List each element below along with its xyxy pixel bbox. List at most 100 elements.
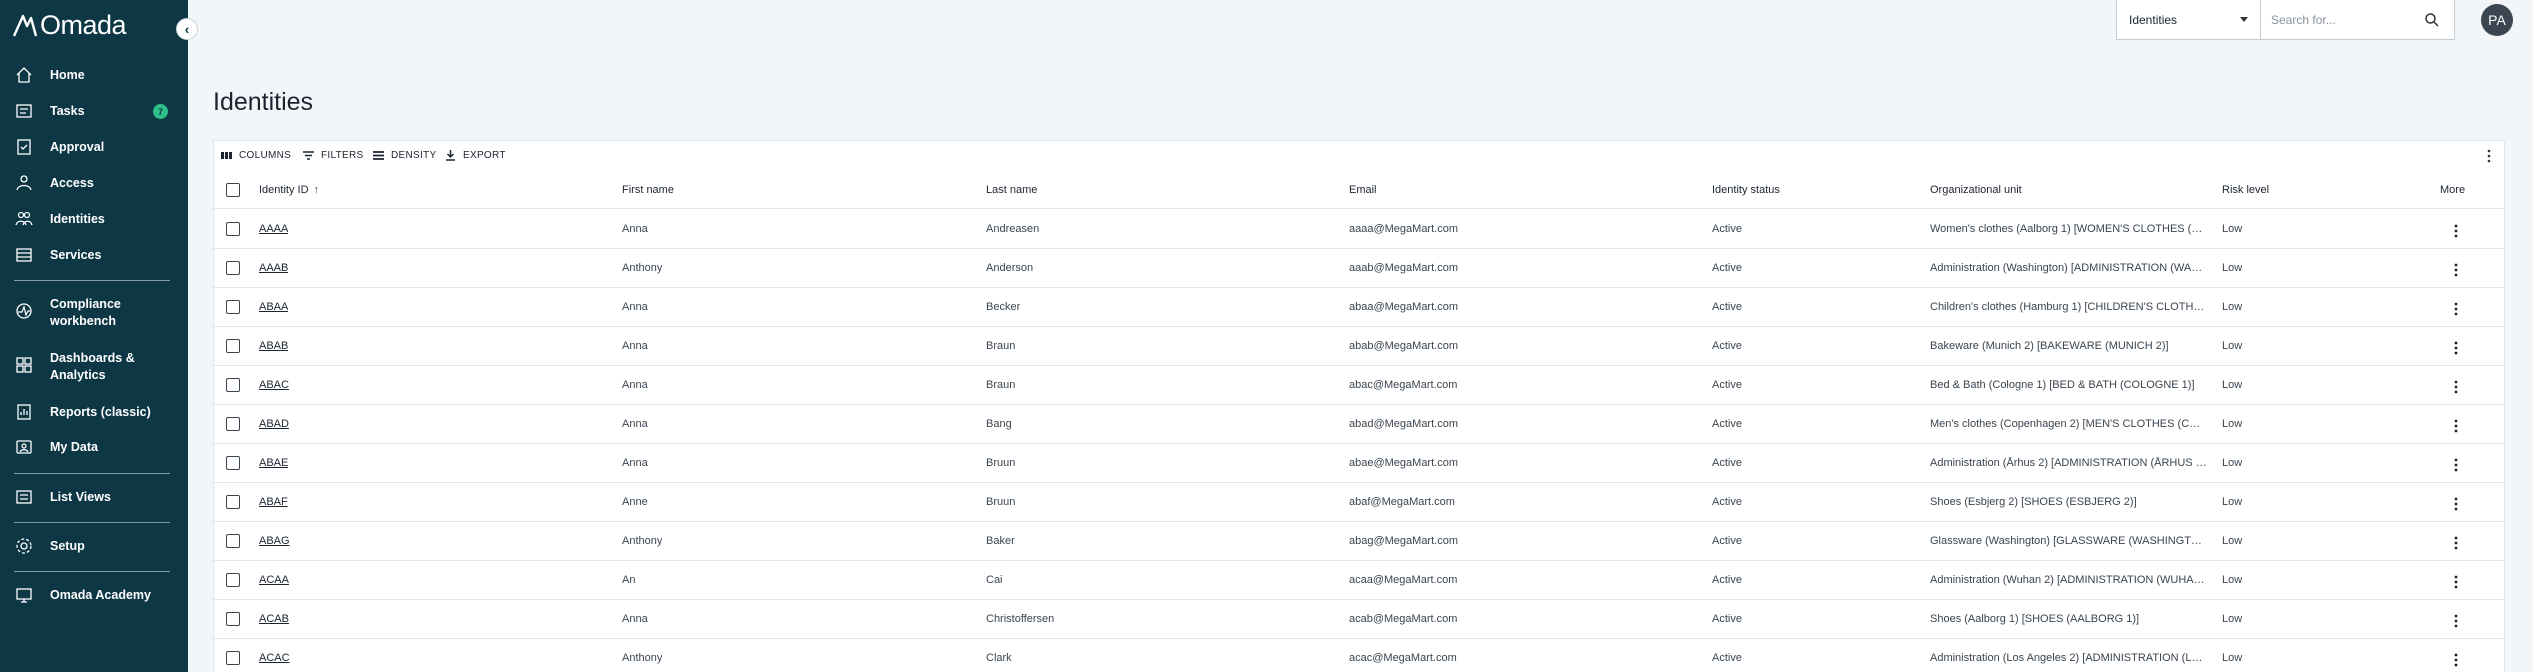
identity-id-link[interactable]: ACAC [259, 652, 290, 664]
sidebar-item-label: Home [50, 68, 85, 82]
table-row[interactable]: ABAD Anna Bang abad@MegaMart.com Active Men's… [214, 405, 2504, 444]
row-select-checkbox[interactable] [226, 651, 240, 665]
row-more-icon[interactable] [2449, 652, 2463, 668]
identity-id-link[interactable]: ABAD [259, 418, 289, 430]
density-button[interactable]: DENSITY [372, 149, 436, 162]
table-row[interactable]: ABAF Anne Bruun abaf@MegaMart.com Active Shoe… [214, 483, 2504, 522]
table-row[interactable]: ABAA Anna Becker abaa@MegaMart.com Active Chi… [214, 288, 2504, 327]
column-header-identity-status[interactable]: Identity status [1712, 184, 1780, 196]
sidebar-item-tasks[interactable]: Tasks 7 [0, 101, 188, 123]
risk-level-cell: Low [2222, 574, 2243, 586]
identity-id-link[interactable]: ABAA [259, 301, 288, 313]
row-more-icon[interactable] [2449, 535, 2463, 551]
first-name-cell: Anna [622, 457, 648, 469]
row-select-checkbox[interactable] [226, 378, 240, 392]
row-select-checkbox[interactable] [226, 495, 240, 509]
row-more-icon[interactable] [2449, 574, 2463, 590]
sidebar-item-reports-classic[interactable]: Reports (classic) [0, 402, 188, 424]
more-options-icon[interactable] [2482, 148, 2496, 164]
row-more-icon[interactable] [2449, 301, 2463, 317]
list-views-icon [16, 490, 32, 504]
filters-button[interactable]: FILTERS [302, 149, 363, 162]
sidebar-item-my-data[interactable]: My Data [0, 437, 188, 459]
row-more-icon[interactable] [2449, 418, 2463, 434]
row-more-icon[interactable] [2449, 613, 2463, 629]
last-name-cell: Clark [986, 652, 1012, 664]
table-row[interactable]: ABAB Anna Braun abab@MegaMart.com Active Bake… [214, 327, 2504, 366]
identity-id-link[interactable]: ABAG [259, 535, 290, 547]
table-row[interactable]: AAAA Anna Andreasen aaaa@MegaMart.com Active… [214, 210, 2504, 249]
search-input[interactable] [2271, 12, 2421, 27]
sidebar-item-dashboards-analytics[interactable]: Dashboards & Analytics [0, 349, 188, 385]
row-select-checkbox[interactable] [226, 417, 240, 431]
column-header-organizational-unit[interactable]: Organizational unit [1930, 184, 2022, 196]
search-field[interactable] [2261, 0, 2454, 39]
table-row[interactable]: ACAB Anna Christoffersen acab@MegaMart.com A… [214, 600, 2504, 639]
email-cell: aaaa@MegaMart.com [1349, 223, 1458, 235]
identity-id-link[interactable]: ABAC [259, 379, 289, 391]
sidebar-item-setup[interactable]: Setup [0, 536, 188, 558]
table-row[interactable]: ABAE Anna Bruun abae@MegaMart.com Active Admi… [214, 444, 2504, 483]
table-row[interactable]: ACAC Anthony Clark acac@MegaMart.com Active A… [214, 639, 2504, 672]
column-header-last-name[interactable]: Last name [986, 184, 1037, 196]
collapse-sidebar-button[interactable]: ‹ [176, 18, 198, 40]
table-row[interactable]: ABAG Anthony Baker abag@MegaMart.com Active G… [214, 522, 2504, 561]
column-header-email[interactable]: Email [1349, 184, 1377, 196]
row-more-icon[interactable] [2449, 223, 2463, 239]
row-more-icon[interactable] [2449, 496, 2463, 512]
avatar[interactable]: PA [2481, 4, 2513, 36]
row-more-icon[interactable] [2449, 379, 2463, 395]
sidebar-divider [14, 280, 170, 281]
table-row[interactable]: ABAC Anna Braun abac@MegaMart.com Active Bed … [214, 366, 2504, 405]
row-select-checkbox[interactable] [226, 339, 240, 353]
row-select-checkbox[interactable] [226, 222, 240, 236]
export-button[interactable]: EXPORT [444, 149, 506, 162]
search-icon[interactable] [2424, 12, 2440, 28]
row-select-checkbox[interactable] [226, 612, 240, 626]
my-data-icon [16, 440, 32, 454]
sidebar-item-compliance-workbench[interactable]: Compliance workbench [0, 295, 188, 331]
first-name-cell: Anna [622, 301, 648, 313]
identity-id-link[interactable]: ACAB [259, 613, 289, 625]
sidebar-item-access[interactable]: Access [0, 173, 188, 195]
row-more-icon[interactable] [2449, 262, 2463, 278]
search-scope-select[interactable]: Identities [2117, 0, 2261, 39]
identity-id-link[interactable]: ABAE [259, 457, 288, 469]
select-all-checkbox[interactable] [226, 183, 240, 197]
row-select-checkbox[interactable] [226, 573, 240, 587]
column-header-first-name[interactable]: First name [622, 184, 674, 196]
row-select-checkbox[interactable] [226, 261, 240, 275]
organizational-unit-cell: Men's clothes (Copenhagen 2) [MEN'S CLOT… [1930, 418, 2207, 430]
identity-id-link[interactable]: ABAB [259, 340, 288, 352]
sidebar-item-services[interactable]: Services [0, 245, 188, 267]
first-name-cell: Anna [622, 340, 648, 352]
identity-id-link[interactable]: AAAA [259, 223, 288, 235]
sidebar-item-label: Reports (classic) [50, 405, 151, 419]
table-row[interactable]: ACAA An Cai acaa@MegaMart.com Active Administ… [214, 561, 2504, 600]
row-more-icon[interactable] [2449, 340, 2463, 356]
omada-logo[interactable]: Omada [12, 10, 127, 40]
column-header-identity-id[interactable]: Identity ID ↑ [259, 184, 319, 196]
tasks-count-badge: 7 [153, 104, 168, 119]
column-header-risk-level[interactable]: Risk level [2222, 184, 2269, 196]
header-label: Identity ID [259, 184, 309, 196]
grid-toolbar: COLUMNS FILTERS DENSITY EXPORT [214, 141, 2504, 171]
row-select-checkbox[interactable] [226, 300, 240, 314]
sidebar-item-identities[interactable]: Identities [0, 209, 188, 231]
columns-button[interactable]: COLUMNS [220, 149, 291, 162]
identity-id-link[interactable]: ABAF [259, 496, 288, 508]
sidebar-item-list-views[interactable]: List Views [0, 487, 188, 509]
sidebar-item-approval[interactable]: Approval [0, 137, 188, 159]
row-select-checkbox[interactable] [226, 534, 240, 548]
risk-level-cell: Low [2222, 379, 2243, 391]
columns-icon [221, 152, 232, 159]
identity-id-link[interactable]: ACAA [259, 574, 289, 586]
identity-id-link[interactable]: AAAB [259, 262, 288, 274]
density-icon [373, 151, 384, 160]
table-row[interactable]: AAAB Anthony Anderson aaab@MegaMart.com Acti… [214, 249, 2504, 288]
row-more-icon[interactable] [2449, 457, 2463, 473]
sidebar-item-omada-academy[interactable]: Omada Academy [0, 585, 188, 607]
sidebar-item-home[interactable]: Home [0, 65, 188, 87]
identity-status-cell: Active [1712, 652, 1742, 664]
row-select-checkbox[interactable] [226, 456, 240, 470]
